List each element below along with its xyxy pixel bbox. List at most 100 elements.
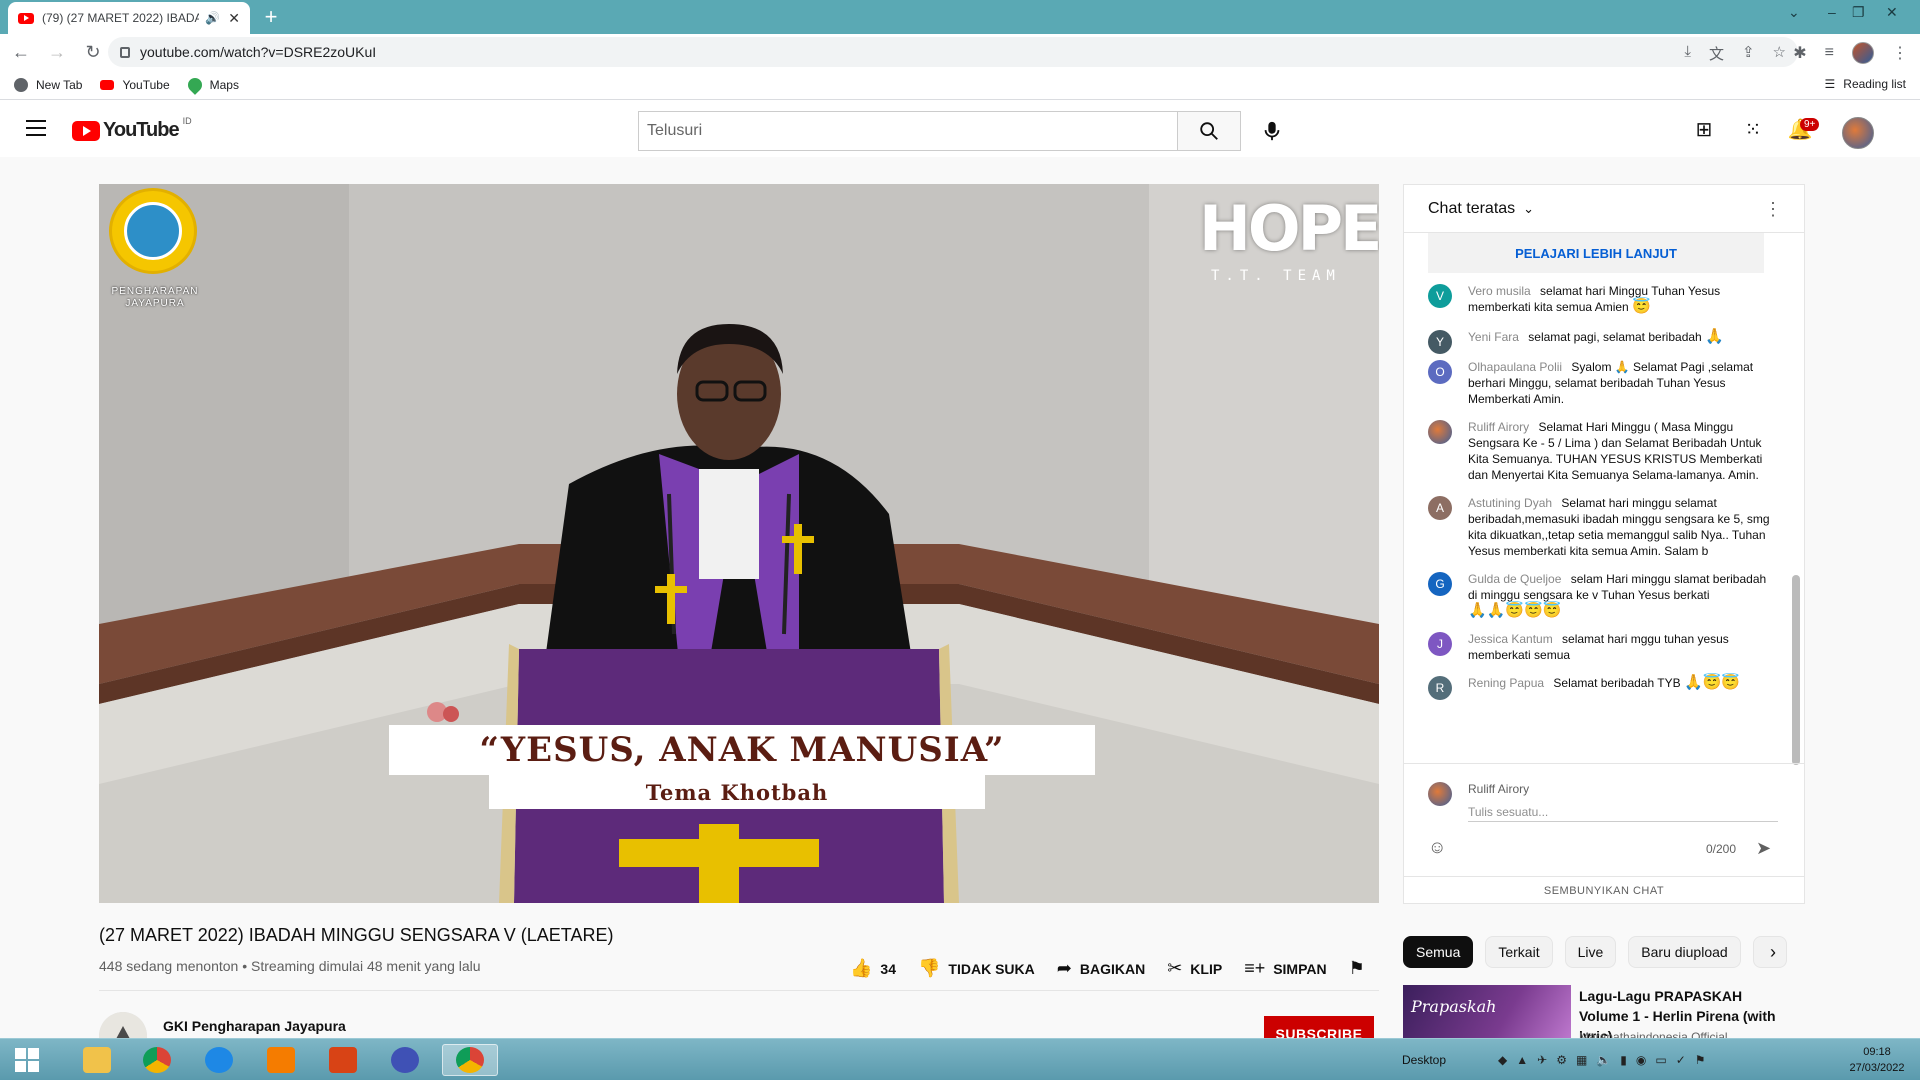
youtube-masthead: YouTube ID Telusuri ⊞ ⁙ 🔔 xyxy=(0,101,1920,157)
profile-avatar[interactable] xyxy=(1852,42,1874,64)
chrome-icon[interactable] xyxy=(134,1044,180,1076)
chat-input-avatar xyxy=(1428,782,1452,806)
chat-message: R Rening Papua Selamat beribadah TYB 🙏😇😇 xyxy=(1404,671,1794,700)
chip-live[interactable]: Live xyxy=(1564,936,1617,968)
video-player[interactable]: PENGHARAPAN JAYAPURA HOPE T.T. TEAM “YES… xyxy=(99,184,1379,903)
chat-author: Olhapaulana Polii xyxy=(1468,360,1563,374)
chrome-menu-icon[interactable]: ⋮ xyxy=(1892,43,1908,63)
address-bar[interactable]: youtube.com/watch?v=DSRE2zoUKuI ⤓ 文 ⇪ ☆ xyxy=(108,37,1798,67)
bookmarks-bar: New Tab YouTube Maps ☰ Reading list xyxy=(0,70,1920,100)
chevron-right-icon[interactable]: › xyxy=(1770,942,1776,963)
close-window-button[interactable]: ✕ xyxy=(1886,4,1898,21)
voice-search-button[interactable] xyxy=(1252,111,1292,151)
chat-message: J Jessica Kantum selamat hari mggu tuhan… xyxy=(1404,627,1794,667)
file-explorer-icon[interactable] xyxy=(74,1044,120,1076)
chat-author: Astutining Dyah xyxy=(1468,496,1553,510)
country-code: ID xyxy=(182,115,192,126)
translate-icon[interactable]: 文 xyxy=(1709,43,1724,64)
related-video-thumbnail[interactable]: Prapaskah xyxy=(1403,985,1571,1045)
chat-scrollbar[interactable] xyxy=(1792,575,1800,765)
battery-icon[interactable]: ▭ xyxy=(1655,1053,1666,1067)
apps-grid-icon[interactable]: ⁙ xyxy=(1741,117,1765,141)
chat-mode-selector[interactable]: Chat teratas ⌄ xyxy=(1404,185,1804,233)
network-icon[interactable]: ▦ xyxy=(1576,1053,1587,1067)
dislike-button[interactable]: 👎 TIDAK SUKA xyxy=(918,958,1035,979)
bookmark-label: New Tab xyxy=(36,77,83,92)
desktop-toolbar-label[interactable]: Desktop xyxy=(1402,1053,1446,1067)
speaker-icon[interactable]: 🔊 xyxy=(205,11,220,25)
learn-more-button[interactable]: PELAJARI LEBIH LANJUT xyxy=(1428,233,1764,273)
save-label: SIMPAN xyxy=(1273,960,1327,977)
clock-date: 27/03/2022 xyxy=(1849,1062,1905,1074)
internet-explorer-icon[interactable] xyxy=(196,1044,242,1076)
chip-terkait[interactable]: Terkait xyxy=(1485,936,1553,968)
microphone-icon xyxy=(1264,121,1280,141)
save-button[interactable]: ≡+ SIMPAN xyxy=(1244,958,1326,979)
send-icon[interactable]: ➤ xyxy=(1756,838,1771,859)
share-icon[interactable]: ⇪ xyxy=(1742,43,1755,64)
extensions-icon[interactable]: ✱ xyxy=(1793,43,1806,63)
report-button[interactable]: ⚑ xyxy=(1349,958,1373,979)
create-video-icon[interactable]: ⊞ xyxy=(1692,117,1716,141)
emoji-picker-icon[interactable]: ☺ xyxy=(1428,837,1446,858)
like-button[interactable]: 👍 34 xyxy=(850,958,896,979)
chat-more-options-icon[interactable]: ⋮ xyxy=(1764,199,1782,220)
back-button[interactable]: ← xyxy=(6,37,36,67)
chrome-active-icon[interactable] xyxy=(442,1044,498,1076)
powerpoint-icon[interactable] xyxy=(320,1044,366,1076)
tray-icon[interactable]: ◆ xyxy=(1498,1053,1507,1067)
media-control-icon[interactable]: ≡ xyxy=(1825,44,1834,62)
bookmark-maps[interactable]: Maps xyxy=(184,74,239,95)
help-icon[interactable] xyxy=(382,1044,428,1076)
bookmark-new-tab[interactable]: New Tab xyxy=(14,77,83,92)
new-tab-button[interactable]: + xyxy=(258,4,284,30)
tray-icon[interactable]: ▲ xyxy=(1516,1053,1528,1067)
media-player-icon[interactable] xyxy=(258,1044,304,1076)
close-tab-icon[interactable]: ✕ xyxy=(228,10,240,27)
video-title: (27 MARET 2022) IBADAH MINGGU SENGSARA V… xyxy=(99,925,614,945)
chat-message: A Astutining Dyah Selamat hari minggu se… xyxy=(1404,491,1794,563)
tray-icon[interactable]: ◉ xyxy=(1636,1053,1646,1067)
chat-avatar: R xyxy=(1428,676,1452,700)
youtube-logo[interactable]: YouTube ID xyxy=(72,115,192,142)
lock-icon xyxy=(120,46,130,58)
chip-baru-diupload[interactable]: Baru diupload xyxy=(1628,936,1741,968)
signal-icon[interactable]: ▮ xyxy=(1620,1053,1627,1067)
channel-name[interactable]: GKI Pengharapan Jayapura xyxy=(163,1018,346,1034)
browser-tab[interactable]: (79) (27 MARET 2022) IBADAH 🔊 ✕ xyxy=(8,2,250,34)
volume-icon[interactable]: 🔈 xyxy=(1596,1053,1611,1067)
tray-icon[interactable]: ✈ xyxy=(1537,1053,1547,1067)
hope-watermark: HOPE xyxy=(1199,192,1379,265)
bookmark-youtube[interactable]: YouTube xyxy=(100,77,170,92)
reading-list[interactable]: ☰ Reading list xyxy=(1825,77,1906,91)
install-app-icon[interactable]: ⤓ xyxy=(1684,43,1691,64)
reload-button[interactable]: ↻ xyxy=(78,37,108,67)
tray-icon[interactable]: ✓ xyxy=(1676,1053,1686,1067)
share-arrow-icon: ➦ xyxy=(1056,958,1072,978)
flag-icon[interactable]: ⚑ xyxy=(1695,1053,1706,1067)
tray-icon[interactable]: ⚙ xyxy=(1556,1053,1567,1067)
chat-avatar: J xyxy=(1428,632,1452,656)
char-counter: 0/200 xyxy=(1706,842,1737,856)
chat-message: V Vero musila selamat hari Minggu Tuhan … xyxy=(1404,279,1794,319)
taskbar-clock[interactable]: 09:18 27/03/2022 xyxy=(1842,1044,1912,1076)
tab-search-chevron-icon[interactable]: ⌄ xyxy=(1788,4,1800,21)
chip-semua[interactable]: Semua xyxy=(1403,936,1474,968)
notification-badge: 9+ xyxy=(1800,118,1820,131)
bookmark-star-icon[interactable]: ☆ xyxy=(1773,43,1786,64)
bookmark-label: YouTube xyxy=(122,77,170,92)
start-button[interactable] xyxy=(4,1044,50,1076)
share-button[interactable]: ➦ BAGIKAN xyxy=(1057,958,1145,979)
search-button[interactable] xyxy=(1177,111,1241,151)
reading-list-label: Reading list xyxy=(1843,77,1906,91)
account-avatar[interactable] xyxy=(1842,117,1874,149)
minimize-button[interactable]: – xyxy=(1828,4,1836,20)
restore-button[interactable]: ❐ xyxy=(1852,4,1865,21)
chat-message-input[interactable]: Tulis sesuatu... xyxy=(1468,802,1778,822)
hide-chat-button[interactable]: SEMBUNYIKAN CHAT xyxy=(1404,876,1804,904)
clip-button[interactable]: ✂ KLIP xyxy=(1167,958,1222,979)
thumbs-down-icon: 👎 xyxy=(918,958,941,978)
forward-button[interactable]: → xyxy=(42,37,72,67)
search-input[interactable]: Telusuri xyxy=(638,111,1178,151)
menu-icon[interactable] xyxy=(26,120,46,136)
